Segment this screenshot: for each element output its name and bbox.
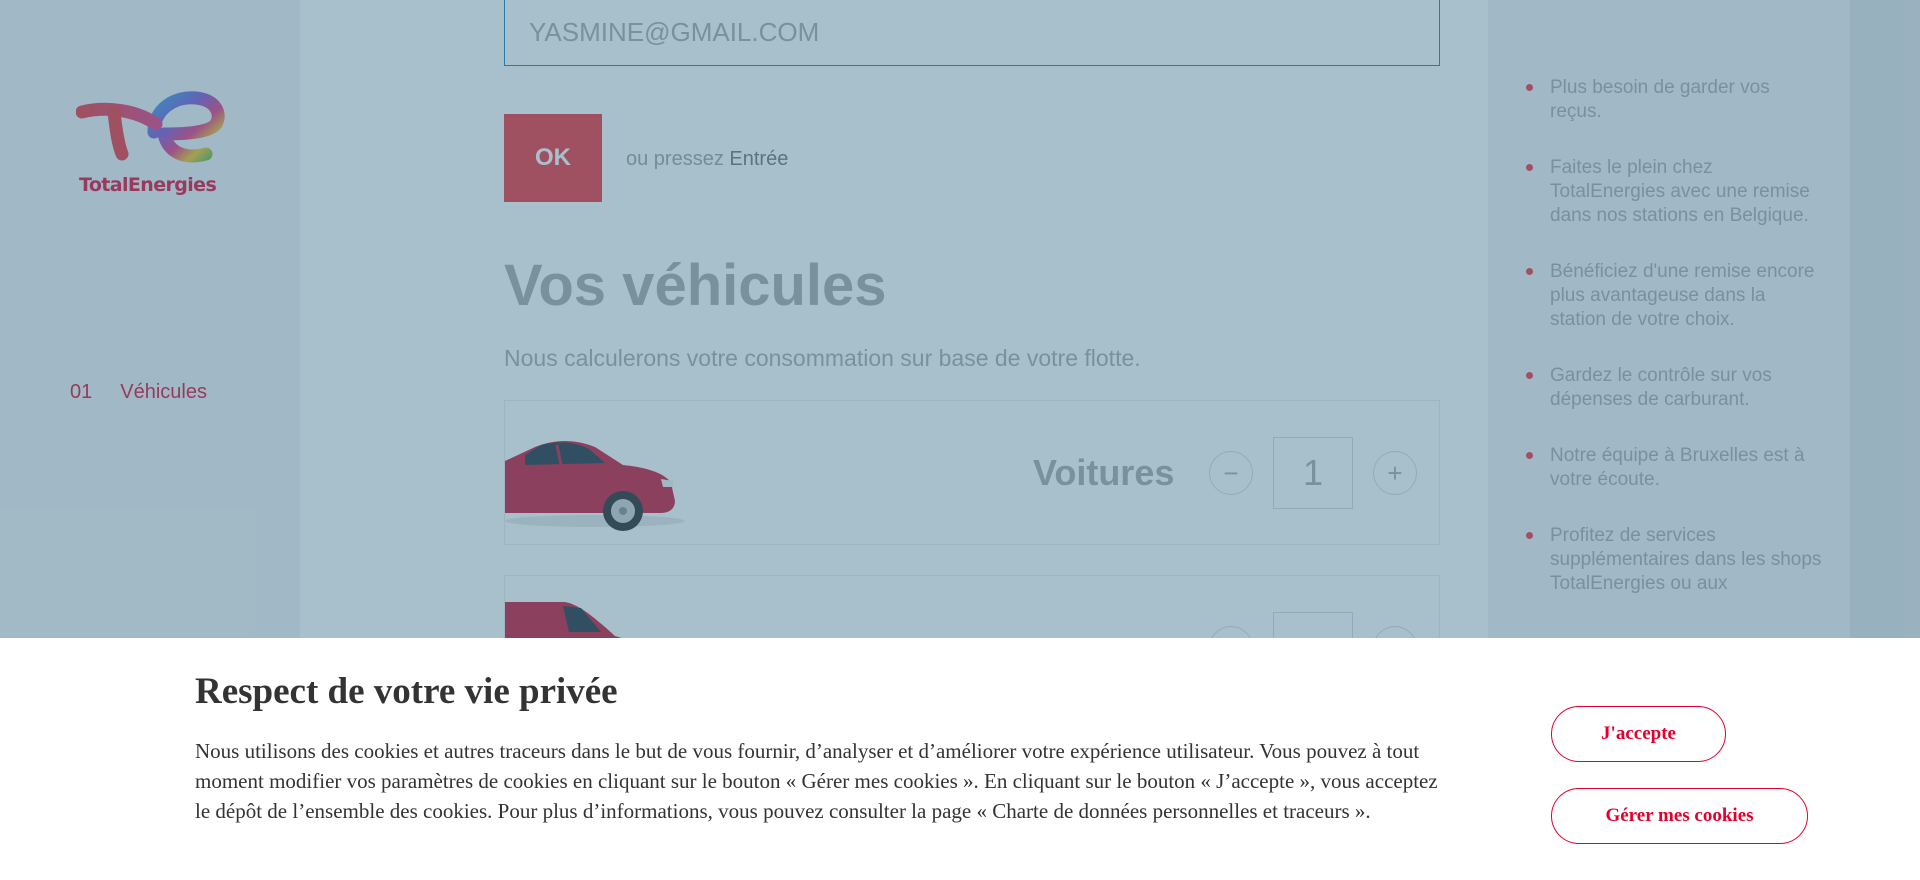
- cookie-description: Nous utilisons des cookies et autres tra…: [195, 739, 1438, 823]
- accept-cookies-button[interactable]: J'accepte: [1551, 706, 1726, 762]
- cookie-title: Respect de votre vie privée: [195, 671, 618, 712]
- cookie-banner: Respect de votre vie privée Nous utiliso…: [0, 638, 1920, 880]
- manage-cookies-button[interactable]: Gérer mes cookies: [1551, 788, 1808, 844]
